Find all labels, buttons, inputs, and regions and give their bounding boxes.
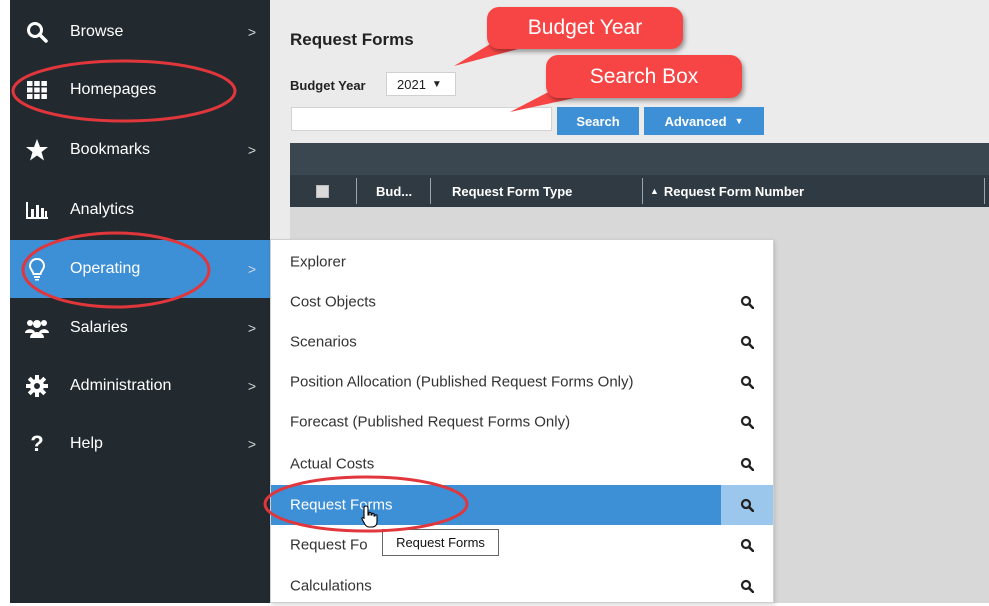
budget-year-label: Budget Year xyxy=(290,78,366,93)
chevron-right-icon: > xyxy=(247,261,256,277)
search-icon[interactable] xyxy=(721,444,773,484)
menu-item-forecast[interactable]: Forecast (Published Request Forms Only) xyxy=(271,402,773,442)
callout-budget-year: Budget Year xyxy=(487,7,683,49)
column-header-request-form-type[interactable]: Request Form Type xyxy=(452,175,572,207)
search-icon[interactable] xyxy=(721,485,773,525)
menu-item-label: Actual Costs xyxy=(290,455,375,473)
column-header-request-form-number[interactable]: ▲ Request Form Number xyxy=(650,175,804,207)
grid-header: Bud... Request Form Type ▲ Request Form … xyxy=(290,175,989,207)
dropdown-arrow-icon: ▼ xyxy=(431,78,442,90)
sort-ascending-icon: ▲ xyxy=(650,186,659,196)
sidebar-item-operating[interactable]: Operating > xyxy=(10,240,270,298)
grid-toolbar xyxy=(290,143,989,175)
menu-item-label: Cost Objects xyxy=(290,293,376,311)
chevron-right-icon: > xyxy=(247,320,256,336)
lightbulb-icon xyxy=(24,256,50,282)
sidebar-item-label: Salaries xyxy=(70,319,128,336)
chevron-right-icon: > xyxy=(247,378,256,394)
budget-year-select[interactable]: 2021 ▼ xyxy=(386,72,456,96)
menu-item-scenarios[interactable]: Scenarios xyxy=(271,322,773,362)
column-header-budget[interactable]: Bud... xyxy=(376,175,412,207)
sidebar-item-help[interactable]: ? Help > xyxy=(10,416,270,472)
hand-cursor-icon xyxy=(361,505,378,528)
menu-item-label: Position Allocation (Published Request F… xyxy=(290,373,634,391)
sidebar-item-bookmarks[interactable]: Bookmarks > xyxy=(10,122,270,178)
search-icon[interactable] xyxy=(721,525,773,565)
callout-search-box: Search Box xyxy=(546,55,742,98)
question-icon: ? xyxy=(30,431,44,456)
chevron-right-icon: > xyxy=(247,24,256,40)
sidebar-item-browse[interactable]: Browse > xyxy=(10,4,270,60)
budget-year-value: 2021 xyxy=(397,76,426,92)
sidebar-item-analytics[interactable]: Analytics xyxy=(10,182,270,238)
search-input[interactable] xyxy=(291,107,552,131)
search-icon[interactable] xyxy=(721,362,773,402)
sidebar-item-label: Help xyxy=(70,435,103,452)
menu-item-explorer[interactable]: Explorer xyxy=(271,242,773,282)
gear-icon xyxy=(24,373,50,399)
search-button[interactable]: Search xyxy=(557,107,639,135)
search-icon[interactable] xyxy=(721,322,773,362)
menu-item-actual-costs[interactable]: Actual Costs xyxy=(271,444,773,484)
menu-item-label: Calculations xyxy=(290,577,372,595)
search-icon xyxy=(24,19,50,45)
select-all-checkbox[interactable] xyxy=(316,175,329,207)
menu-item-calculations[interactable]: Calculations xyxy=(271,566,773,606)
sidebar-item-label: Bookmarks xyxy=(70,141,151,158)
search-icon[interactable] xyxy=(721,282,773,322)
sidebar-item-homepages[interactable]: Homepages xyxy=(10,62,270,118)
menu-item-cost-objects[interactable]: Cost Objects xyxy=(271,282,773,322)
sidebar-item-salaries[interactable]: Salaries > xyxy=(10,300,270,356)
menu-item-request-forms-2[interactable]: Request Fo xyxy=(271,525,773,565)
sidebar-item-label: Homepages xyxy=(70,81,157,98)
grid-icon xyxy=(24,77,50,103)
tooltip: Request Forms xyxy=(382,529,499,556)
advanced-button-label: Advanced xyxy=(664,113,727,129)
star-icon xyxy=(24,137,50,163)
chevron-right-icon: > xyxy=(247,142,256,158)
bar-chart-icon xyxy=(24,197,50,223)
menu-item-label: Explorer xyxy=(290,253,346,271)
menu-item-label: Forecast (Published Request Forms Only) xyxy=(290,413,571,431)
sidebar-item-label: Administration xyxy=(70,377,172,394)
page-title: Request Forms xyxy=(290,30,414,49)
menu-item-label: Scenarios xyxy=(290,333,357,351)
caret-down-icon: ▼ xyxy=(734,116,744,126)
column-header-label: Request Form Number xyxy=(663,183,805,199)
menu-item-position-allocation[interactable]: Position Allocation (Published Request F… xyxy=(271,362,773,402)
menu-item-label: Request Fo xyxy=(290,536,368,554)
sidebar-item-label: Browse xyxy=(70,23,124,40)
sidebar-item-label: Analytics xyxy=(70,201,135,218)
search-icon[interactable] xyxy=(721,566,773,606)
chevron-right-icon: > xyxy=(247,436,256,452)
advanced-button[interactable]: Advanced ▼ xyxy=(644,107,764,135)
menu-item-request-forms[interactable]: Request Forms xyxy=(271,485,773,525)
search-icon[interactable] xyxy=(721,402,773,442)
sidebar-item-administration[interactable]: Administration > xyxy=(10,358,270,414)
sidebar: Browse > Homepages Bookmarks > Analytics xyxy=(10,0,270,603)
users-icon xyxy=(24,315,50,341)
operating-submenu: Explorer Cost Objects Scenarios Position… xyxy=(270,239,774,603)
sidebar-item-label: Operating xyxy=(70,260,141,277)
